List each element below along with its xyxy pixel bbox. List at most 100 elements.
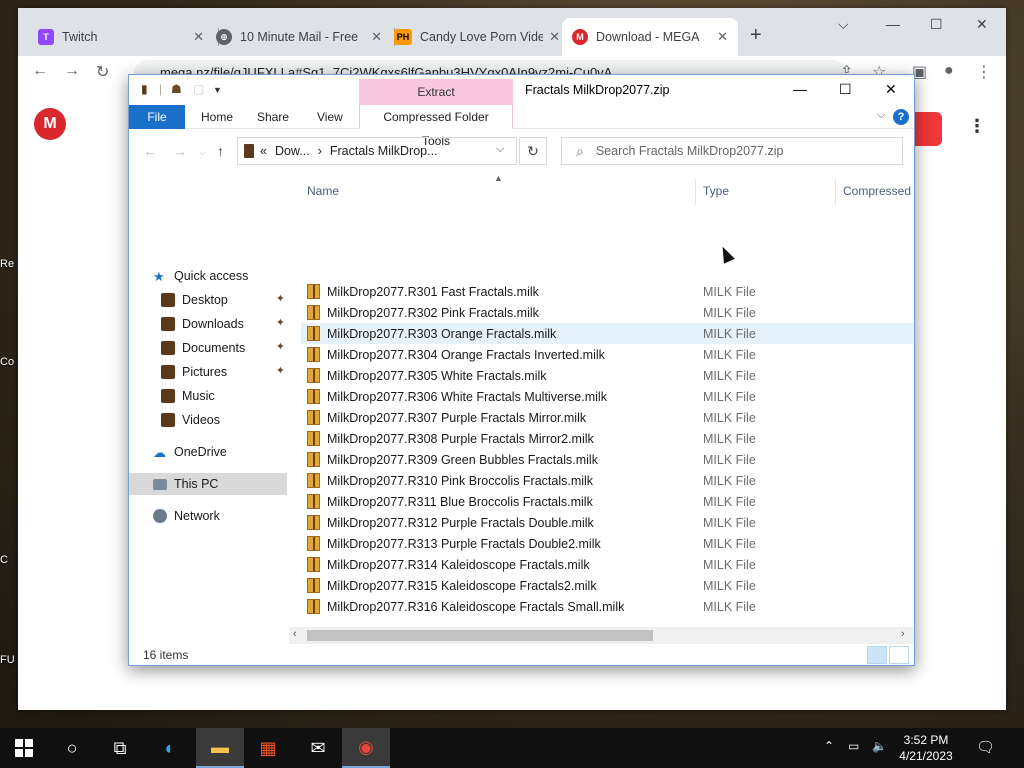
breadcrumb-current[interactable]: Fractals MilkDrop... bbox=[330, 144, 438, 158]
pin-icon[interactable]: ✦ bbox=[276, 340, 285, 353]
file-row[interactable]: MilkDrop2077.R315 Kaleidoscope Fractals2… bbox=[301, 575, 914, 596]
extract-context-tab[interactable]: Extract bbox=[359, 79, 513, 105]
tab-file[interactable]: File bbox=[129, 105, 185, 129]
desktop-icon-label[interactable]: C bbox=[0, 554, 20, 566]
tab-10-minute-mail[interactable]: ⊕ 10 Minute Mail - Free ✕ bbox=[206, 18, 392, 56]
breadcrumb-overflow[interactable]: « bbox=[260, 144, 267, 158]
new-folder-icon[interactable]: ▢ bbox=[193, 82, 204, 96]
nav-onedrive[interactable]: ☁ OneDrive bbox=[129, 441, 287, 463]
tab-candy-love[interactable]: PH Candy Love Porn Vide ✕ bbox=[384, 18, 570, 56]
close-window-button[interactable]: ✕ bbox=[885, 81, 897, 98]
desktop-icon-label[interactable]: Re bbox=[0, 258, 20, 270]
profile-avatar-icon[interactable]: ● bbox=[944, 62, 954, 80]
store-icon[interactable]: ▦ bbox=[244, 728, 292, 768]
nav-documents[interactable]: Documents ✦ bbox=[129, 337, 287, 359]
nav-music[interactable]: Music bbox=[129, 385, 287, 407]
back-icon[interactable]: ← bbox=[143, 143, 157, 159]
nav-downloads[interactable]: Downloads ✦ bbox=[129, 313, 287, 335]
scroll-right-icon[interactable]: › bbox=[901, 628, 905, 640]
file-explorer-icon[interactable]: ▬ bbox=[196, 728, 244, 768]
forward-icon[interactable]: → bbox=[64, 62, 80, 80]
mega-logo[interactable]: M bbox=[34, 108, 66, 140]
column-name[interactable]: Name bbox=[307, 184, 339, 198]
edge-icon[interactable]: ◐ bbox=[146, 728, 194, 768]
volume-muted-icon[interactable]: 🔈 bbox=[872, 739, 887, 753]
tab-download-mega[interactable]: M Download - MEGA ✕ bbox=[562, 18, 738, 56]
scroll-left-icon[interactable]: ‹ bbox=[293, 628, 297, 640]
chrome-icon[interactable]: ◉ bbox=[342, 728, 390, 768]
horizontal-scrollbar[interactable]: ‹ › bbox=[289, 627, 914, 644]
tab-search-chevron-icon[interactable]: ⌵ bbox=[838, 16, 849, 33]
tab-compressed-folder-tools[interactable]: Compressed Folder Tools bbox=[359, 105, 513, 148]
desktop-icon-label[interactable]: Co bbox=[0, 356, 20, 368]
close-icon[interactable]: ✕ bbox=[371, 29, 382, 45]
close-icon[interactable]: ✕ bbox=[193, 29, 204, 45]
close-icon[interactable]: ✕ bbox=[717, 29, 728, 45]
help-icon[interactable]: ? bbox=[893, 109, 909, 125]
file-row[interactable]: MilkDrop2077.R310 Pink Broccolis Fractal… bbox=[301, 470, 914, 491]
tab-home[interactable]: Home bbox=[191, 105, 243, 129]
file-row[interactable]: MilkDrop2077.R302 Pink Fractals.milk MILK… bbox=[301, 302, 914, 323]
search-circle-icon[interactable]: ○ bbox=[48, 728, 96, 768]
close-window-button[interactable]: ✕ bbox=[976, 16, 988, 33]
start-button[interactable] bbox=[0, 728, 48, 768]
column-divider[interactable] bbox=[835, 179, 836, 205]
file-row[interactable]: MilkDrop2077.R312 Purple Fractals Double… bbox=[301, 512, 914, 533]
customize-qat-chevron-icon[interactable]: ▼ bbox=[213, 85, 222, 95]
nav-desktop[interactable]: Desktop ✦ bbox=[129, 289, 287, 311]
tab-view[interactable]: View bbox=[307, 105, 353, 129]
nav-network[interactable]: Network bbox=[129, 505, 287, 527]
up-arrow-icon[interactable]: ↑ bbox=[217, 143, 224, 159]
network-icon[interactable]: ▭ bbox=[848, 739, 859, 753]
column-compressed-size[interactable]: Compressed s bbox=[843, 184, 914, 198]
details-view-icon[interactable] bbox=[867, 646, 887, 664]
refresh-button[interactable]: ↻ bbox=[519, 137, 547, 165]
mail-icon[interactable]: ✉ bbox=[294, 728, 342, 768]
close-icon[interactable]: ✕ bbox=[549, 29, 560, 45]
pin-icon[interactable]: ✦ bbox=[276, 316, 285, 329]
breadcrumb-downloads[interactable]: Dow... bbox=[275, 144, 310, 158]
file-row[interactable]: MilkDrop2077.R308 Purple Fractals Mirror… bbox=[301, 428, 914, 449]
nav-this-pc[interactable]: This PC bbox=[129, 473, 287, 495]
file-row[interactable]: MilkDrop2077.R304 Orange Fractals Invert… bbox=[301, 344, 914, 365]
tab-twitch[interactable]: T Twitch ✕ bbox=[28, 18, 214, 56]
file-row[interactable]: MilkDrop2077.R303 Orange Fractals.milk MI… bbox=[301, 323, 914, 344]
chevron-down-icon[interactable]: ⌵ bbox=[496, 143, 504, 156]
file-row[interactable]: MilkDrop2077.R314 Kaleidoscope Fractals.… bbox=[301, 554, 914, 575]
column-type[interactable]: Type bbox=[703, 184, 729, 198]
reload-icon[interactable]: ↻ bbox=[96, 62, 109, 82]
maximize-button[interactable]: ☐ bbox=[839, 81, 852, 98]
file-row[interactable]: MilkDrop2077.R306 White Fractals Multive… bbox=[301, 386, 914, 407]
scrollbar-thumb[interactable] bbox=[307, 630, 653, 641]
search-input[interactable]: ⌕ Search Fractals MilkDrop2077.zip bbox=[561, 137, 903, 165]
tab-share[interactable]: Share bbox=[247, 105, 299, 129]
large-icons-view-icon[interactable] bbox=[889, 646, 909, 664]
column-divider[interactable] bbox=[695, 179, 696, 205]
system-clock[interactable]: 3:52 PM 4/21/2023 bbox=[894, 732, 958, 764]
task-view-icon[interactable]: ⧉ bbox=[96, 728, 144, 768]
minimize-button[interactable]: — bbox=[793, 81, 807, 97]
back-icon[interactable]: ← bbox=[32, 62, 48, 80]
more-options-icon[interactable]: ⋮ bbox=[968, 116, 986, 137]
nav-videos[interactable]: Videos bbox=[129, 409, 287, 431]
file-row[interactable]: MilkDrop2077.R301 Fast Fractals.milk MILK… bbox=[301, 281, 914, 302]
pin-icon[interactable]: ✦ bbox=[276, 364, 285, 377]
maximize-button[interactable]: ☐ bbox=[930, 16, 943, 33]
file-row[interactable]: MilkDrop2077.R316 Kaleidoscope Fractals … bbox=[301, 596, 914, 617]
file-row[interactable]: MilkDrop2077.R309 Green Bubbles Fractals… bbox=[301, 449, 914, 470]
expand-ribbon-chevron-icon[interactable]: ⌵ bbox=[877, 109, 885, 122]
minimize-button[interactable]: — bbox=[886, 16, 900, 32]
file-row[interactable]: MilkDrop2077.R311 Blue Broccolis Fractal… bbox=[301, 491, 914, 512]
notifications-icon[interactable]: 🗨 bbox=[976, 738, 995, 756]
explorer-address-bar[interactable]: « Dow... › Fractals MilkDrop... ⌵ bbox=[237, 137, 517, 165]
file-row[interactable]: MilkDrop2077.R305 White Fractals.milk MIL… bbox=[301, 365, 914, 386]
chrome-menu-icon[interactable]: ⋮ bbox=[976, 62, 992, 82]
forward-icon[interactable]: → bbox=[173, 143, 187, 159]
desktop-icon-label[interactable]: FU bbox=[0, 654, 20, 666]
file-row[interactable]: MilkDrop2077.R307 Purple Fractals Mirror… bbox=[301, 407, 914, 428]
nav-quick-access[interactable]: ★ Quick access bbox=[129, 265, 287, 287]
properties-icon[interactable]: ☗ bbox=[171, 82, 182, 96]
recent-locations-chevron-icon[interactable]: ⌵ bbox=[199, 147, 206, 158]
file-row[interactable]: MilkDrop2077.R313 Purple Fractals Double… bbox=[301, 533, 914, 554]
nav-pictures[interactable]: Pictures ✦ bbox=[129, 361, 287, 383]
